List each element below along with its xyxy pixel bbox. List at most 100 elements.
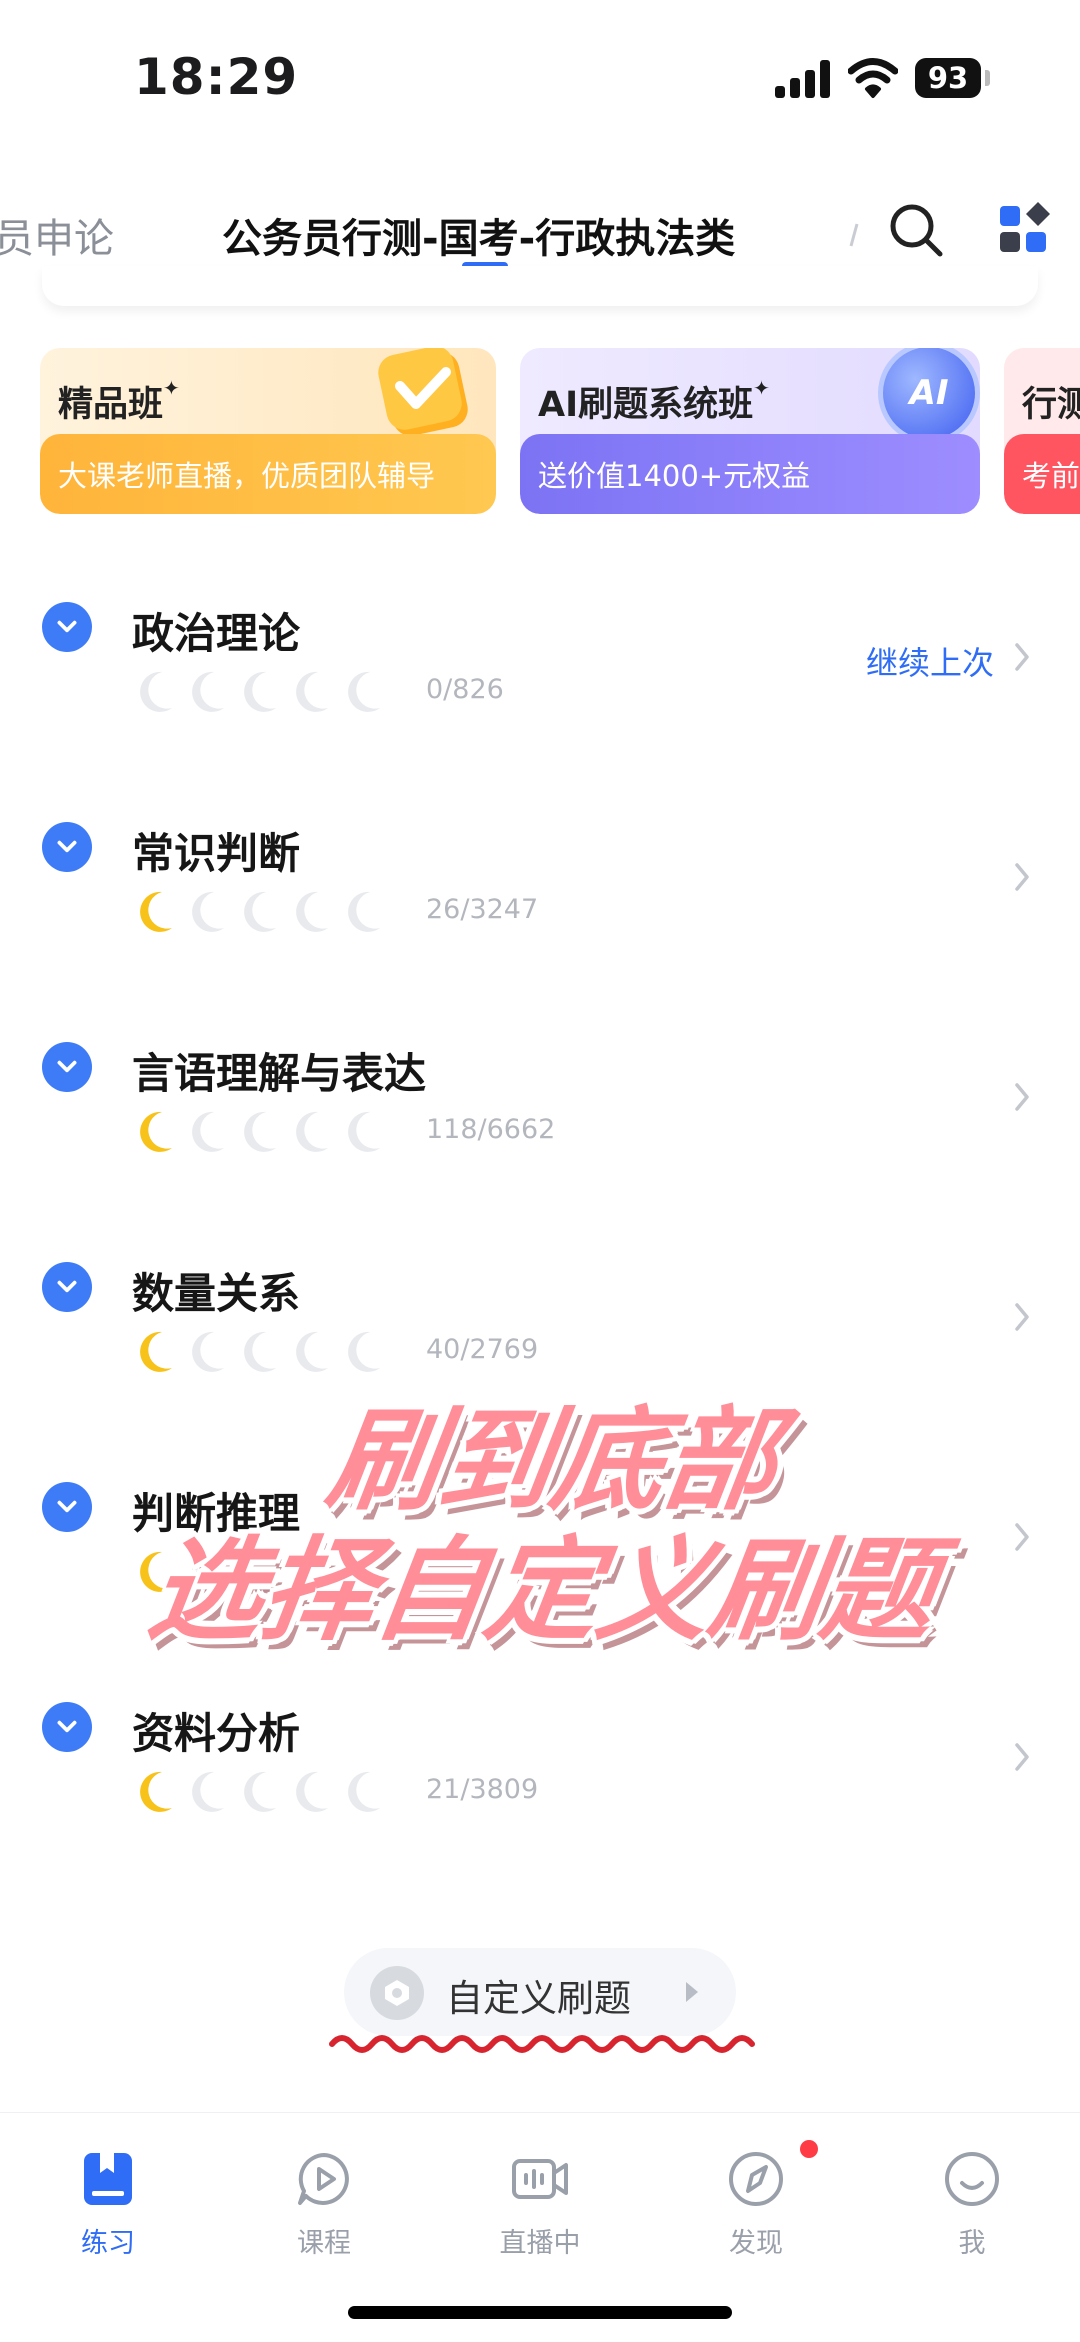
ai-badge-text: AI [909,373,949,413]
moon-lit-icon [140,891,172,932]
nav-label: 课程 [297,2228,351,2259]
moon-lit-icon [140,1771,172,1812]
chevron-right-icon[interactable] [1012,640,1032,674]
cellular-signal-icon [775,60,833,98]
progress-count: 26/3247 [426,894,539,925]
progress-moons [132,1108,384,1154]
progress-count: 0/826 [426,674,504,705]
moon-dim-icon [192,1331,224,1372]
moon-dim-icon [244,1111,276,1152]
compass-icon [729,2152,783,2206]
moon-dim-icon [244,891,276,932]
moon-dim-icon [244,1771,276,1812]
nav-label: 我 [958,2228,986,2259]
tab-xingce-guokao[interactable]: 公务员行测-国考-行政执法类 [222,206,735,264]
moon-dim-icon [296,1551,328,1592]
promo-card-xingce[interactable]: 行测 考前 [1004,348,1080,514]
moon-dim-icon [296,1771,328,1812]
promo-carousel: 精品班✦ 大课老师直播，优质团队辅导 AI刷题系统班✦ AI 送价值1400+元… [0,348,1080,518]
expand-chevron-icon[interactable] [42,1042,92,1092]
tab-shenlun[interactable]: 员申论 [0,206,114,264]
moon-dim-icon [296,1111,328,1152]
promo-card-jingpin[interactable]: 精品班✦ 大课老师直播，优质团队辅导 [40,348,496,514]
sparkle-icon: ✦ [753,376,770,400]
category-title: 政治理论 [132,609,301,658]
progress-count: 21/3809 [426,1774,539,1805]
checkmark-badge-icon [378,348,468,436]
moon-dim-icon [244,1551,276,1592]
custom-practice-label: 自定义刷题 [446,1977,631,2020]
promo-subtitle: 考前 [1004,434,1080,514]
category-row[interactable]: 数量关系 40/2769 [0,1240,1080,1390]
chevron-right-icon[interactable] [1012,1520,1032,1554]
expand-chevron-icon[interactable] [42,602,92,652]
category-title: 常识判断 [132,829,301,878]
moon-dim-icon [348,1331,380,1372]
chevron-right-icon[interactable] [1012,1300,1032,1334]
category-row[interactable]: 政治理论 0/826 继续上次 [0,580,1080,730]
promo-title-wrap: 精品班✦ [58,376,180,427]
moon-dim-icon [348,1111,380,1152]
moon-dim-icon [348,671,380,712]
category-title: 数量关系 [132,1269,301,1318]
progress-count: 118/6662 [426,1114,556,1145]
ai-badge-icon: AI [878,348,980,444]
nav-me[interactable]: 我 [892,2133,1052,2283]
moon-dim-icon [192,1111,224,1152]
category-row[interactable]: 言语理解与表达 118/6662 [0,1020,1080,1170]
moon-lit-icon [140,1551,172,1592]
red-squiggle-underline [329,2035,755,2053]
expand-chevron-icon[interactable] [42,1482,92,1532]
moon-dim-icon [296,671,328,712]
promo-title-wrap: AI刷题系统班✦ [538,376,770,427]
battery-tip [985,70,990,86]
nav-courses[interactable]: 课程 [244,2133,404,2283]
nav-label: 练习 [81,2228,135,2259]
progress-moons [132,888,384,934]
category-row[interactable]: 资料分析 21/3809 [0,1680,1080,1830]
nav-live[interactable]: 直播中 [460,2133,620,2283]
promo-card-ai[interactable]: AI刷题系统班✦ AI 送价值1400+元权益 [520,348,980,514]
caret-right-icon [686,1982,698,2002]
category-row[interactable]: 判断推理 [0,1460,1080,1610]
moon-dim-icon [192,1771,224,1812]
sparkle-icon: ✦ [163,376,180,400]
moon-dim-icon [348,1551,380,1592]
home-indicator[interactable] [348,2306,732,2319]
moon-dim-icon [192,1551,224,1592]
promo-title: AI刷题系统班 [538,385,754,425]
promo-title: 精品班 [58,385,164,425]
expand-chevron-icon[interactable] [42,1702,92,1752]
category-row[interactable]: 常识判断 26/3247 [0,800,1080,950]
moon-dim-icon [192,671,224,712]
continue-last-link[interactable]: 继续上次 [866,638,994,684]
nav-practice[interactable]: 练习 [28,2133,188,2283]
battery-indicator: 93 [915,58,981,98]
nav-label: 发现 [729,2228,783,2259]
progress-moons [132,1768,384,1814]
chevron-right-icon[interactable] [1012,1080,1032,1114]
category-title: 判断推理 [132,1489,301,1538]
moon-dim-icon [296,1331,328,1372]
chevron-right-icon[interactable] [1012,1740,1032,1774]
nav-label: 直播中 [499,2228,581,2259]
search-icon[interactable] [886,200,946,260]
moon-dim-icon [192,891,224,932]
moon-dim-icon [244,671,276,712]
moon-dim-icon [244,1331,276,1372]
expand-chevron-icon[interactable] [42,1262,92,1312]
progress-moons [132,668,384,714]
notification-dot [800,2140,818,2158]
promo-subtitle: 送价值1400+元权益 [520,434,980,514]
moon-dim-icon [296,891,328,932]
expand-chevron-icon[interactable] [42,822,92,872]
status-bar: 18:29 93 [0,0,1080,150]
live-video-icon [512,2159,568,2199]
chevron-right-icon[interactable] [1012,860,1032,894]
custom-practice-button[interactable]: 自定义刷题 [344,1948,736,2036]
smile-icon [945,2152,999,2206]
category-title: 言语理解与表达 [132,1049,427,1098]
moon-lit-icon [140,1331,172,1372]
hexagon-icon [370,1966,424,2020]
apps-grid-icon[interactable] [998,200,1054,256]
